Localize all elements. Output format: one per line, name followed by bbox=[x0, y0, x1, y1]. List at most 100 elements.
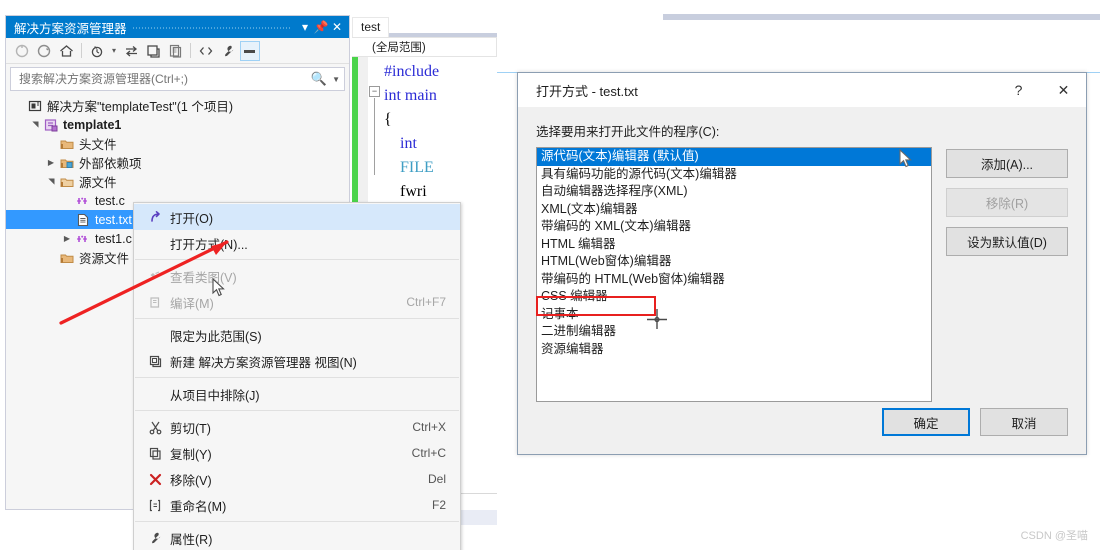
sync-icon[interactable] bbox=[121, 41, 141, 61]
editor-top-scrollbar[interactable] bbox=[663, 14, 1100, 20]
close-icon[interactable]: ✕ bbox=[329, 20, 345, 34]
code-line: FILE bbox=[384, 159, 434, 176]
tree-item-[interactable]: ◢ 源文件 bbox=[6, 172, 349, 191]
tree-item-label: 外部依赖项 bbox=[79, 157, 142, 171]
watermark: CSDN @圣喵 bbox=[1020, 530, 1088, 542]
outlining-guide-line bbox=[374, 98, 375, 175]
search-input[interactable] bbox=[17, 71, 311, 87]
tab-test[interactable]: test bbox=[352, 17, 390, 37]
dialog-button-A[interactable]: 添加(A)... bbox=[946, 149, 1068, 178]
dialog-body: 选择要用来打开此文件的程序(C): 源代码(文本)编辑器 (默认值) 具有编码功能… bbox=[518, 107, 1086, 402]
class-diagram-icon bbox=[140, 269, 170, 284]
tree-item-label: 源文件 bbox=[79, 176, 117, 190]
folder-icon bbox=[58, 137, 76, 151]
menu-item-M[interactable]: 重命名(M) F2 bbox=[134, 492, 460, 518]
tree-item-[interactable]: 头文件 bbox=[6, 134, 349, 153]
menu-item-S[interactable]: 限定为此范围(S) bbox=[134, 322, 460, 348]
collapse-toggle-icon[interactable]: − bbox=[369, 86, 380, 97]
program-list-item-label: 源代码(文本)编辑器 (默认值) bbox=[541, 149, 699, 163]
scope-dropdown[interactable]: (全局范围) bbox=[352, 37, 497, 57]
show-all-files-icon[interactable] bbox=[165, 41, 185, 61]
tree-item-template1[interactable]: ◢ template1 bbox=[6, 115, 349, 134]
solution-explorer-titlebar: 解决方案资源管理器 ▾ 📌 ✕ bbox=[6, 16, 349, 38]
code-line: #include bbox=[384, 63, 440, 80]
pin-icon[interactable]: 📌 bbox=[313, 20, 329, 34]
program-list-item[interactable]: 自动编辑器选择程序(XML) bbox=[537, 183, 931, 201]
chevron-down-icon[interactable]: ▾ bbox=[109, 41, 119, 61]
menu-item-J[interactable]: 从项目中排除(J) bbox=[134, 381, 460, 407]
titlebar-drag-dots[interactable] bbox=[132, 24, 291, 30]
program-list-item[interactable]: HTML 编辑器 bbox=[537, 236, 931, 254]
toolbar-separator bbox=[81, 43, 82, 58]
chevron-down-icon[interactable]: ▼ bbox=[329, 75, 340, 84]
ok-button[interactable]: 确定 bbox=[882, 408, 970, 436]
close-icon[interactable]: ✕ bbox=[1041, 74, 1086, 107]
dialog-footer-buttons: 确定 取消 bbox=[882, 408, 1068, 436]
button-label: 设为默认值(D) bbox=[967, 236, 1047, 250]
menu-item-label: 限定为此范围(S) bbox=[170, 329, 262, 344]
menu-separator bbox=[135, 318, 459, 319]
program-list-item[interactable]: 带编码的 HTML(Web窗体)编辑器 bbox=[537, 271, 931, 289]
search-icon[interactable]: 🔍 bbox=[311, 71, 329, 87]
forward-icon[interactable] bbox=[34, 41, 54, 61]
pending-changes-icon[interactable] bbox=[87, 41, 107, 61]
program-list-item-label: 具有编码功能的源代码(文本)编辑器 bbox=[541, 166, 737, 181]
program-list-item-label: 记事本 bbox=[541, 306, 579, 321]
copy-icon bbox=[140, 446, 170, 461]
program-list-item[interactable]: 带编码的 XML(文本)编辑器 bbox=[537, 218, 931, 236]
program-list-item-label: HTML(Web窗体)编辑器 bbox=[541, 254, 672, 268]
properties-icon[interactable] bbox=[218, 41, 238, 61]
program-list-item[interactable]: 记事本 bbox=[537, 306, 931, 324]
menu-item-shortcut: Ctrl+C bbox=[411, 446, 446, 460]
collapse-all-icon[interactable] bbox=[143, 41, 163, 61]
folder-icon bbox=[58, 251, 76, 265]
menu-item-V[interactable]: 移除(V) Del bbox=[134, 466, 460, 492]
menu-item-V: 查看类图(V) bbox=[134, 263, 460, 289]
properties-wrench-icon bbox=[140, 531, 170, 546]
tree-item-templateTest1[interactable]: 解决方案"templateTest"(1 个项目) bbox=[6, 96, 349, 115]
tree-item-[interactable]: ▶ 外部依赖项 bbox=[6, 153, 349, 172]
tree-item-label: 头文件 bbox=[79, 138, 117, 152]
folder-ext-icon bbox=[58, 156, 76, 170]
c-file-icon bbox=[74, 232, 92, 246]
menu-item-N[interactable]: 打开方式(N)... bbox=[134, 230, 460, 256]
cancel-button[interactable]: 取消 bbox=[980, 408, 1068, 436]
c-file-icon bbox=[74, 194, 92, 208]
menu-item-O[interactable]: 打开(O) bbox=[134, 204, 460, 230]
chevron-right-icon[interactable]: ▶ bbox=[60, 234, 74, 243]
menu-item-label: 打开方式(N)... bbox=[170, 237, 248, 252]
code-line: { bbox=[384, 111, 392, 128]
program-list-item[interactable]: 具有编码功能的源代码(文本)编辑器 bbox=[537, 166, 931, 184]
tree-item-label: test.txt bbox=[95, 212, 132, 227]
menu-item-R[interactable]: 属性(R) bbox=[134, 525, 460, 550]
chevron-down-icon[interactable]: ▾ bbox=[297, 20, 313, 34]
menu-item-Y[interactable]: 复制(Y) Ctrl+C bbox=[134, 440, 460, 466]
tree-item-label: 解决方案"templateTest"(1 个项目) bbox=[47, 100, 233, 114]
program-list-item[interactable]: 资源编辑器 bbox=[537, 341, 931, 359]
program-list-item[interactable]: XML(文本)编辑器 bbox=[537, 201, 931, 219]
folder-open-icon bbox=[58, 175, 76, 189]
menu-item-label: 打开(O) bbox=[170, 211, 214, 226]
search-box[interactable]: 🔍 ▼ bbox=[10, 67, 345, 91]
tree-item-label: test.c bbox=[95, 193, 125, 208]
chevron-down-icon[interactable]: ◢ bbox=[31, 118, 40, 132]
help-icon[interactable]: ? bbox=[996, 74, 1041, 107]
program-list[interactable]: 源代码(文本)编辑器 (默认值) 具有编码功能的源代码(文本)编辑器自动编辑器选择… bbox=[536, 147, 932, 402]
view-code-icon[interactable] bbox=[196, 41, 216, 61]
program-list-item[interactable]: CSS 编辑器 bbox=[537, 288, 931, 306]
chevron-down-icon[interactable]: ◢ bbox=[47, 175, 56, 189]
back-icon[interactable] bbox=[12, 41, 32, 61]
remove-icon bbox=[140, 472, 170, 487]
menu-item-label: 重命名(M) bbox=[170, 499, 227, 514]
menu-item-N[interactable]: 新建 解决方案资源管理器 视图(N) bbox=[134, 348, 460, 374]
program-list-item[interactable]: 源代码(文本)编辑器 (默认值) bbox=[537, 148, 931, 166]
chevron-right-icon[interactable]: ▶ bbox=[44, 158, 58, 167]
solution-explorer-toolbar: ▾ bbox=[6, 38, 349, 64]
home-icon[interactable] bbox=[56, 41, 76, 61]
button-label: 取消 bbox=[1011, 416, 1037, 431]
program-list-item[interactable]: 二进制编辑器 bbox=[537, 323, 931, 341]
program-list-item[interactable]: HTML(Web窗体)编辑器 bbox=[537, 253, 931, 271]
menu-item-T[interactable]: 剪切(T) Ctrl+X bbox=[134, 414, 460, 440]
preview-selected-items-icon[interactable] bbox=[240, 40, 260, 61]
dialog-button-D[interactable]: 设为默认值(D) bbox=[946, 227, 1068, 256]
